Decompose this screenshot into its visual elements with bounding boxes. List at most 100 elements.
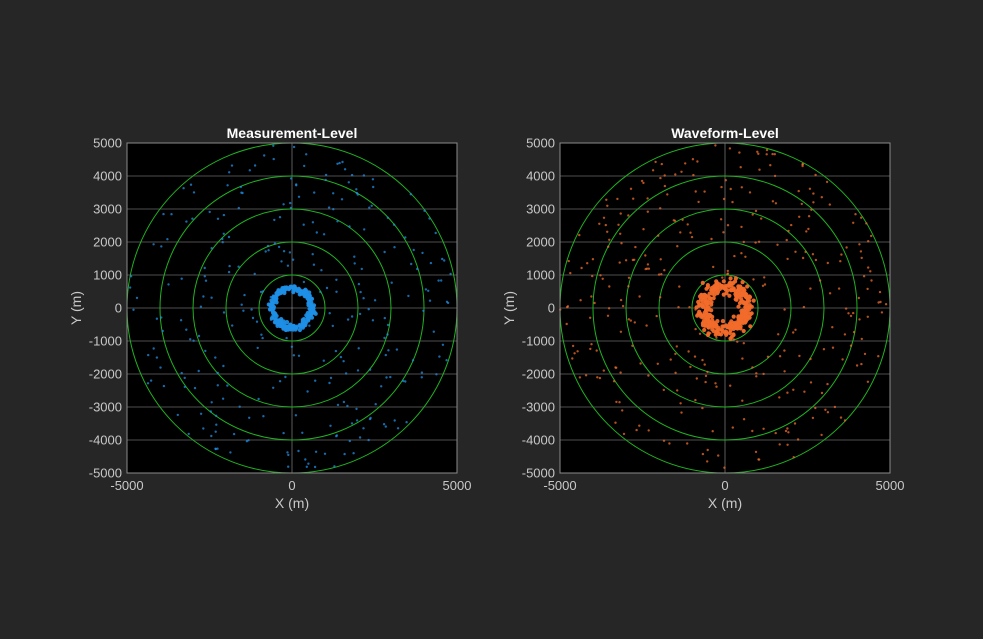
- data-point: [231, 324, 234, 327]
- data-point: [368, 368, 372, 371]
- data-point: [694, 398, 697, 402]
- data-point: [389, 375, 392, 379]
- data-point: [878, 290, 882, 294]
- data-point: [362, 174, 366, 177]
- data-point: [595, 349, 598, 352]
- data-point: [614, 421, 617, 424]
- x-axis-label: X (m): [275, 495, 309, 511]
- data-point: [182, 187, 185, 190]
- data-point: [807, 215, 811, 218]
- data-point: [731, 314, 736, 319]
- data-point: [328, 381, 331, 385]
- data-point: [686, 223, 689, 226]
- data-point: [757, 458, 760, 461]
- data-point: [272, 386, 275, 389]
- data-point: [304, 289, 309, 294]
- data-point: [245, 440, 249, 443]
- data-point: [335, 435, 338, 438]
- data-point: [602, 216, 606, 219]
- data-point: [248, 416, 251, 419]
- data-point: [729, 384, 732, 387]
- data-point: [237, 206, 240, 210]
- data-point: [267, 249, 270, 252]
- data-point: [706, 314, 711, 319]
- data-point: [859, 250, 863, 253]
- data-point: [809, 381, 813, 384]
- chart-title: Waveform-Level: [671, 125, 779, 141]
- data-point: [229, 451, 232, 454]
- data-point: [404, 236, 407, 239]
- data-point: [719, 218, 723, 221]
- data-point: [284, 375, 287, 379]
- data-point: [327, 206, 331, 209]
- data-point: [854, 213, 857, 216]
- data-point: [273, 218, 276, 222]
- data-point: [766, 355, 770, 358]
- data-point: [839, 260, 842, 263]
- data-point: [729, 187, 732, 191]
- data-point: [578, 376, 582, 379]
- data-point: [627, 285, 630, 288]
- data-point: [697, 200, 700, 204]
- data-point: [703, 305, 708, 310]
- data-point: [809, 357, 812, 361]
- data-point: [216, 384, 219, 387]
- data-point: [798, 354, 801, 358]
- data-point: [858, 243, 861, 246]
- data-point: [380, 385, 383, 388]
- data-point: [695, 377, 698, 380]
- data-point: [358, 436, 362, 439]
- data-point: [322, 233, 326, 236]
- data-point: [161, 329, 164, 333]
- data-point: [167, 283, 170, 286]
- data-point: [313, 465, 317, 469]
- data-point: [407, 294, 410, 298]
- data-point: [618, 261, 621, 264]
- data-point: [727, 330, 732, 336]
- y-tick-label: -2000: [89, 367, 122, 382]
- data-point: [820, 433, 823, 437]
- data-point: [422, 309, 425, 312]
- data-point: [814, 173, 817, 177]
- x-axis-label: X (m): [708, 495, 742, 511]
- data-point: [831, 326, 834, 329]
- data-point: [721, 279, 726, 284]
- y-tick-label: 3000: [526, 202, 555, 217]
- data-point: [744, 255, 747, 258]
- data-point: [382, 423, 386, 426]
- data-point: [688, 306, 691, 309]
- data-point: [604, 223, 607, 227]
- data-point: [778, 443, 781, 446]
- data-point: [424, 288, 428, 291]
- data-point: [362, 297, 365, 300]
- data-point: [755, 372, 758, 375]
- data-point: [694, 308, 697, 311]
- data-point: [675, 345, 678, 348]
- data-point: [180, 371, 183, 375]
- data-point: [694, 190, 697, 193]
- data-point: [162, 384, 166, 388]
- data-point: [363, 228, 366, 231]
- data-point: [216, 371, 219, 375]
- data-point: [862, 275, 866, 278]
- data-point: [709, 300, 714, 305]
- data-point: [752, 278, 755, 281]
- data-point: [751, 298, 756, 303]
- data-point: [733, 292, 738, 297]
- y-axis-label: Y (m): [68, 291, 84, 325]
- data-point: [884, 303, 888, 306]
- data-point: [579, 299, 582, 302]
- data-point: [185, 220, 188, 223]
- data-point: [757, 240, 761, 243]
- data-point: [571, 344, 575, 348]
- data-point: [325, 286, 329, 290]
- data-point: [697, 311, 703, 316]
- data-point: [614, 366, 617, 369]
- data-point: [269, 295, 273, 299]
- data-point: [292, 145, 296, 149]
- data-point: [297, 449, 300, 453]
- data-point: [204, 349, 207, 353]
- data-point: [761, 284, 765, 287]
- data-point: [356, 369, 360, 372]
- data-point: [329, 424, 332, 427]
